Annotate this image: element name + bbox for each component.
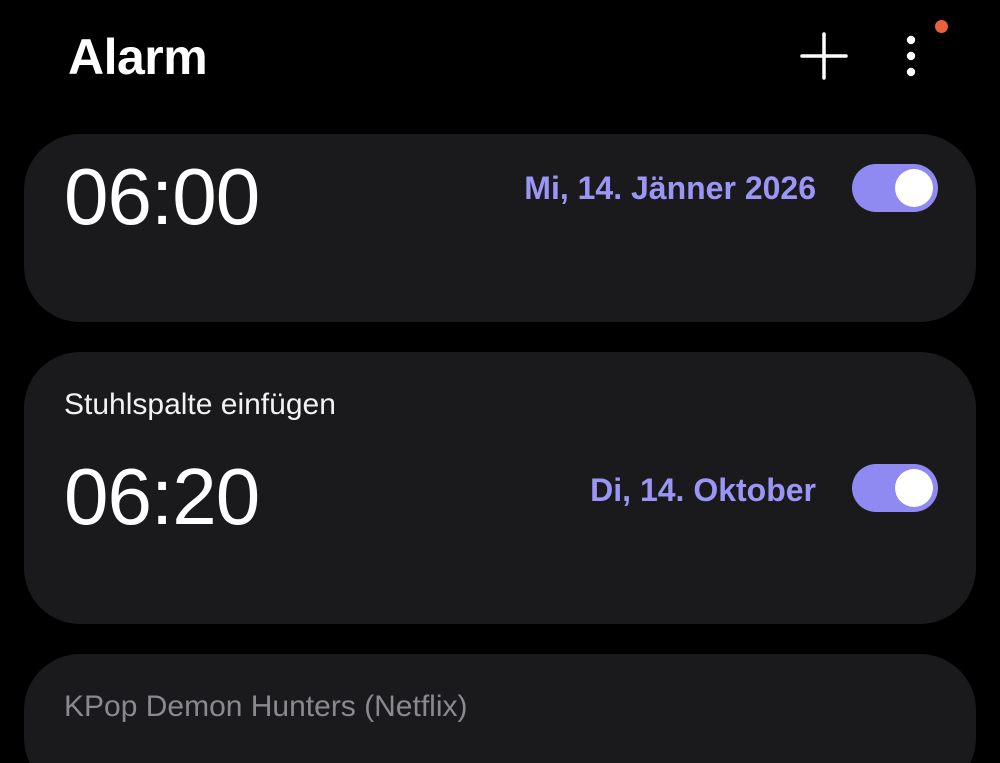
alarm-card[interactable]: KPop Demon Hunters (Netflix) [24, 654, 976, 763]
alarm-toggle[interactable] [852, 164, 938, 212]
plus-icon [800, 32, 848, 80]
alarm-card[interactable]: 06:00 Mi, 14. Jänner 2026 [24, 134, 976, 322]
notification-dot [935, 20, 948, 33]
alarm-screen: Alarm 06:00 Mi, 14. Jänner 2026 Stuhlspa… [0, 0, 1000, 763]
more-options-button[interactable] [888, 26, 934, 86]
toggle-knob [895, 469, 933, 507]
alarm-card[interactable]: Stuhlspalte einfügen 06:20 Di, 14. Oktob… [24, 352, 976, 624]
alarm-time: 06:00 [64, 152, 260, 241]
add-alarm-button[interactable] [796, 26, 852, 86]
more-vertical-icon [906, 35, 916, 77]
alarm-label: Stuhlspalte einfügen [64, 388, 336, 421]
alarm-time: 06:20 [64, 452, 260, 541]
page-title: Alarm [68, 29, 208, 85]
alarm-date: Mi, 14. Jänner 2026 [524, 170, 816, 206]
toggle-knob [895, 169, 933, 207]
alarm-label: KPop Demon Hunters (Netflix) [64, 690, 468, 723]
alarm-toggle[interactable] [852, 464, 938, 512]
alarm-date: Di, 14. Oktober [590, 472, 816, 508]
